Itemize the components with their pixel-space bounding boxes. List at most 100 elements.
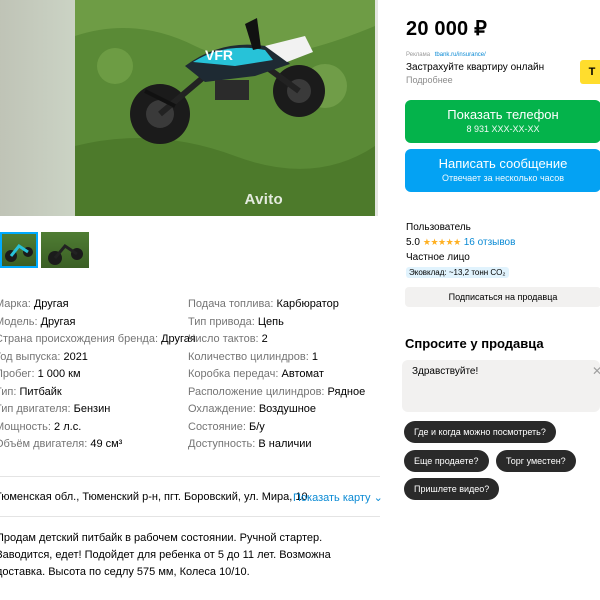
param-row: Марка: Другая [0, 296, 175, 314]
seller-name[interactable]: Пользователь [406, 222, 515, 234]
param-key: Состояние: [188, 420, 246, 433]
param-key: Коробка передач: [188, 368, 279, 380]
param-value: Бензин [73, 403, 111, 415]
question-chip[interactable]: Пришлете видео? [404, 478, 500, 500]
ad-domain[interactable]: tbank.ru/insurance/ [435, 52, 486, 58]
seller-type: Частное лицо [406, 252, 470, 263]
param-row: Объём двигателя: 49 см³ [0, 436, 175, 454]
param-key: Пробег: [0, 368, 35, 380]
param-value: 2021 [63, 350, 88, 363]
tbank-logo-icon[interactable]: Т [580, 60, 600, 84]
param-value: Воздушное [258, 403, 317, 415]
photo-gallery[interactable]: VFR Avito [0, 0, 378, 216]
param-key: Марка: [0, 298, 31, 310]
param-row: Страна происхождения бренда: Другая [0, 331, 196, 349]
question-chip[interactable]: Еще продаете? [404, 450, 489, 472]
param-key: Объём двигателя: [0, 438, 88, 450]
divider [0, 516, 380, 517]
divider [0, 476, 380, 477]
param-row: Год выпуска: 2021 [0, 349, 175, 367]
param-row: Количество цилиндров: 1 [188, 349, 383, 367]
param-key: Мощность: [0, 420, 51, 433]
param-value: Рядное [327, 385, 366, 398]
param-value: 2 [261, 333, 268, 345]
param-row: Число тактов: 2 [188, 331, 383, 349]
param-key: Доступность: [188, 438, 256, 450]
question-chip[interactable]: Торг уместен? [496, 450, 576, 472]
param-row: Модель: Другая [0, 314, 175, 332]
param-key: Число тактов: [188, 333, 259, 345]
ad-banner[interactable]: Реклама tbank.ru/insurance/ Застрахуйте … [406, 52, 596, 85]
param-value: Карбюратор [276, 298, 339, 310]
subscribe-button[interactable]: Подписаться на продавца [405, 287, 600, 307]
param-key: Расположение цилиндров: [188, 385, 325, 398]
show-phone-label: Показать телефон [447, 107, 559, 122]
thumbnail-strip [0, 232, 89, 268]
thumbnail-1-image [5, 243, 33, 262]
params-right: Подача топлива: Карбюратор Тип привода: Ц… [188, 296, 383, 454]
param-row: Состояние: Б/у [188, 419, 383, 437]
write-message-label: Написать сообщение [438, 156, 568, 171]
params-left: Марка: ДругаяМодель: ДругаяСтрана происх… [0, 296, 196, 454]
param-row: Тип привода: Цепь [188, 314, 383, 332]
price: 20 000 ₽ [406, 18, 488, 40]
param-key: Страна происхождения бренда: [0, 333, 159, 345]
param-key: Охлаждение: [188, 403, 256, 415]
show-map-label: Показать карту [293, 492, 371, 504]
rating-value: 5.0 [406, 237, 420, 248]
eco-badge[interactable]: Эковклад: ~13,2 тонн CO₂ [406, 267, 509, 278]
main-photo[interactable]: VFR Avito [75, 0, 375, 216]
seller-info: Пользователь 5.0 ★★★★★ 16 отзывов Частно… [406, 222, 515, 278]
param-value: 1 000 км [37, 368, 81, 380]
description: Продам детский питбайк в рабочем состоян… [0, 532, 331, 578]
param-value: Питбайк [19, 385, 62, 398]
address: Тюменская обл., Тюменский р-н, пгт. Боро… [0, 491, 308, 503]
response-time: Отвечает за несколько часов [441, 173, 565, 183]
param-key: Год выпуска: [0, 350, 61, 363]
phone-number-masked: 8 931 XXX-XX-XX [466, 124, 540, 134]
param-row: Расположение цилиндров: Рядное [188, 384, 383, 402]
param-value: 1 [311, 350, 318, 363]
param-row: Охлаждение: Воздушное [188, 401, 383, 419]
param-key: Тип двигателя: [0, 403, 71, 415]
show-map-link[interactable]: Показать карту ⌄ [293, 491, 383, 504]
star-icons: ★★★★★ [422, 237, 461, 247]
ad-meta: Реклама tbank.ru/insurance/ [406, 52, 596, 58]
param-value: 2 л.с. [54, 420, 82, 433]
param-key: Подача топлива: [188, 298, 274, 310]
param-row: Подача топлива: Карбюратор [188, 296, 383, 314]
chevron-down-icon: ⌄ [373, 492, 383, 504]
avito-watermark: Avito [244, 191, 283, 208]
param-row: Мощность: 2 л.с. [0, 419, 175, 437]
param-value: 49 см³ [90, 438, 123, 450]
ad-label: Реклама [406, 52, 431, 58]
pitbike-photo-illustration: VFR [75, 0, 375, 216]
show-phone-button[interactable]: Показать телефон 8 931 XXX-XX-XX [405, 100, 600, 143]
reviews-link[interactable]: 16 отзывов [464, 237, 516, 248]
param-key: Тип привода: [188, 315, 255, 328]
thumbnail-1[interactable] [0, 232, 38, 268]
param-row: Доступность: В наличии [188, 436, 383, 454]
clear-icon[interactable]: ✕ [592, 364, 600, 378]
param-row: Коробка передач: Автомат [188, 366, 383, 384]
write-message-button[interactable]: Написать сообщение Отвечает за несколько… [405, 149, 600, 192]
ask-input-text[interactable]: Здравствуйте! [412, 366, 478, 377]
ask-input[interactable]: Здравствуйте! ✕ [402, 360, 600, 412]
param-row: Пробег: 1 000 км [0, 366, 175, 384]
param-value: Б/у [249, 420, 265, 433]
param-value: Автомат [281, 368, 324, 380]
param-row: Тип двигателя: Бензин [0, 401, 175, 419]
param-key: Модель: [0, 315, 38, 328]
param-key: Тип: [0, 385, 17, 398]
thumbnail-2[interactable] [41, 232, 89, 268]
param-value: Другая [40, 315, 76, 328]
param-value: Цепь [257, 315, 284, 328]
ad-title[interactable]: Застрахуйте квартиру онлайн [406, 62, 596, 73]
param-value: Другая [33, 298, 69, 310]
ad-more-link[interactable]: Подробнее [406, 75, 596, 85]
param-row: Тип: Питбайк [0, 384, 175, 402]
svg-text:VFR: VFR [205, 47, 233, 63]
param-key: Количество цилиндров: [188, 350, 309, 363]
question-chip[interactable]: Где и когда можно посмотреть? [404, 421, 556, 443]
param-value: В наличии [258, 438, 312, 450]
